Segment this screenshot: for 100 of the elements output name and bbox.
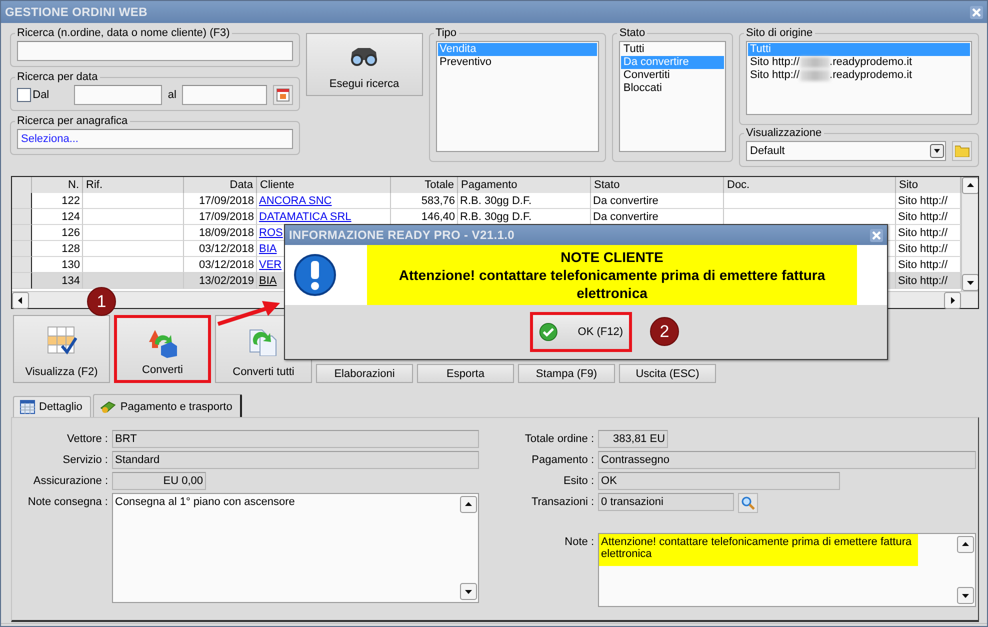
status-list[interactable]: Tutti Da convertire Convertiti Bloccati bbox=[619, 41, 726, 152]
toolbar-button[interactable]: Stampa (F9) bbox=[518, 364, 615, 383]
table-cell: Da convertire bbox=[591, 209, 724, 225]
column-header[interactable]: Pagamento bbox=[458, 177, 591, 194]
readonly-field: Contrassegno bbox=[598, 451, 976, 469]
tab[interactable]: Dettaglio bbox=[13, 396, 92, 417]
date-field[interactable] bbox=[182, 85, 267, 105]
group-label: Ricerca per anagrafica bbox=[16, 115, 129, 127]
column-header[interactable]: Doc. bbox=[724, 177, 896, 194]
row-header[interactable] bbox=[12, 241, 32, 257]
info-icon bbox=[293, 253, 337, 297]
list-item[interactable]: Sito http:// .readyprodemo.it bbox=[748, 69, 970, 82]
readonly-field: Standard bbox=[112, 451, 479, 469]
scroll-down-icon[interactable] bbox=[962, 274, 978, 291]
table-cell: 130 bbox=[32, 257, 83, 273]
column-header[interactable]: Rif. bbox=[83, 177, 184, 194]
vertical-scrollbar[interactable] bbox=[961, 177, 978, 291]
column-header[interactable]: Sito bbox=[896, 177, 961, 194]
list-item[interactable]: Bloccati bbox=[621, 82, 724, 95]
table-cell: DATAMATICA SRL bbox=[257, 209, 391, 225]
group-label: Ricerca per data bbox=[16, 71, 99, 83]
table-cell: Sito http:// bbox=[896, 209, 961, 225]
view-dropdown[interactable]: Default bbox=[746, 141, 946, 161]
list-item[interactable]: Sito http:// .readyprodemo.it bbox=[748, 56, 970, 69]
field-label: Assicurazione : bbox=[32, 474, 108, 489]
scroll-left-icon[interactable] bbox=[12, 292, 29, 309]
table-cell: ANCORA SNC bbox=[257, 193, 391, 209]
column-header[interactable]: Data bbox=[184, 177, 257, 194]
site-list[interactable]: Tutti Sito http:// .readyprodemo.it Sito http:// .readyprodemo.it bbox=[746, 41, 972, 115]
column-header[interactable]: Cliente bbox=[257, 177, 391, 194]
notes-text: Attenzione! contattare telefonicamente prima di emettere fattura elettronica bbox=[599, 534, 918, 566]
table-cell: 17/09/2018 bbox=[184, 193, 257, 209]
search-button[interactable] bbox=[738, 493, 758, 513]
column-header bbox=[12, 177, 32, 194]
toolbar-button[interactable]: Elaborazioni bbox=[316, 364, 413, 383]
cards-icon bbox=[100, 400, 116, 414]
table-cell: 126 bbox=[32, 225, 83, 241]
checkbox[interactable] bbox=[17, 88, 31, 102]
table-cell: R.B. 30gg D.F. bbox=[458, 193, 591, 209]
toolbar-button[interactable]: Converti bbox=[114, 315, 211, 383]
check-icon bbox=[539, 320, 558, 344]
toolbar-button[interactable]: Visualizza (F2) bbox=[13, 315, 110, 383]
scroll-right-icon[interactable] bbox=[944, 292, 961, 309]
table-cell: 583,76 bbox=[391, 193, 458, 209]
notes-text: Consegna al 1° piano con ascensore bbox=[114, 495, 296, 510]
search-field[interactable] bbox=[17, 41, 293, 61]
group-label: Stato bbox=[618, 27, 646, 39]
scroll-up-icon[interactable] bbox=[962, 177, 978, 194]
readonly-field: OK bbox=[598, 472, 840, 490]
shapes-arrows-icon bbox=[146, 328, 178, 358]
table-cell: R.B. 30gg D.F. bbox=[458, 209, 591, 225]
row-header[interactable] bbox=[12, 193, 32, 209]
table-cell: 13/02/2019 bbox=[184, 273, 257, 289]
search-button[interactable]: Esegui ricerca bbox=[306, 33, 423, 96]
group-label: Sito di origine bbox=[745, 27, 814, 39]
toolbar-button[interactable]: Esporta bbox=[417, 364, 514, 383]
table-cell: 124 bbox=[32, 209, 83, 225]
notice-heading: NOTE CLIENTE bbox=[560, 248, 664, 266]
field-label: Note consegna : bbox=[26, 495, 108, 510]
tab[interactable]: Pagamento e trasporto bbox=[93, 394, 242, 418]
row-header[interactable] bbox=[12, 225, 32, 241]
field-label: Esito : bbox=[562, 474, 594, 489]
date-field[interactable] bbox=[74, 85, 162, 105]
column-header[interactable]: Totale bbox=[391, 177, 458, 194]
ok-button[interactable]: OK (F12) bbox=[530, 312, 632, 352]
field-label: Vettore : bbox=[66, 432, 108, 447]
column-header[interactable]: Stato bbox=[591, 177, 724, 194]
field-label: Note : bbox=[564, 535, 594, 550]
toolbar-button[interactable]: Uscita (ESC) bbox=[619, 364, 716, 383]
scroll-down-icon[interactable] bbox=[460, 583, 477, 600]
row-header[interactable] bbox=[12, 257, 32, 273]
customer-field[interactable]: Seleziona... bbox=[17, 129, 293, 149]
scroll-down-icon[interactable] bbox=[957, 587, 974, 604]
table-icon bbox=[20, 400, 35, 414]
list-item[interactable]: Tutti bbox=[621, 43, 724, 56]
readonly-field: EU 0,00 bbox=[112, 472, 206, 490]
calendar-icon[interactable] bbox=[273, 85, 293, 105]
column-header[interactable]: N. bbox=[32, 177, 83, 194]
table-cell: Sito http:// bbox=[896, 241, 961, 257]
notes-area[interactable]: Attenzione! contattare telefonicamente prima di emettere fattura elettronica bbox=[598, 533, 976, 607]
type-list[interactable]: Vendita Preventivo bbox=[436, 41, 600, 152]
close-icon[interactable] bbox=[970, 6, 983, 18]
readonly-field: 0 transazioni bbox=[598, 493, 734, 511]
folder-icon bbox=[954, 145, 970, 157]
group-label: Tipo bbox=[434, 27, 458, 39]
list-item[interactable]: Preventivo bbox=[438, 56, 598, 69]
field-label: Servizio : bbox=[62, 453, 108, 468]
close-icon[interactable] bbox=[870, 228, 883, 242]
scroll-up-icon[interactable] bbox=[460, 496, 477, 513]
list-item[interactable]: Convertiti bbox=[621, 69, 724, 82]
scroll-up-icon[interactable] bbox=[957, 536, 974, 553]
row-header[interactable] bbox=[12, 209, 32, 225]
group-label: Visualizzazione bbox=[745, 127, 823, 139]
row-header[interactable] bbox=[12, 273, 32, 289]
group-label: Ricerca (n.ordine, data o nome cliente) (F3) bbox=[16, 27, 231, 39]
notes-area[interactable]: Consegna al 1° piano con ascensore bbox=[112, 493, 479, 603]
field-label: Pagamento : bbox=[530, 453, 594, 468]
window-title: GESTIONE ORDINI WEB bbox=[5, 5, 148, 19]
field-label: Totale ordine : bbox=[524, 432, 594, 447]
table-cell: Sito http:// bbox=[896, 273, 961, 289]
